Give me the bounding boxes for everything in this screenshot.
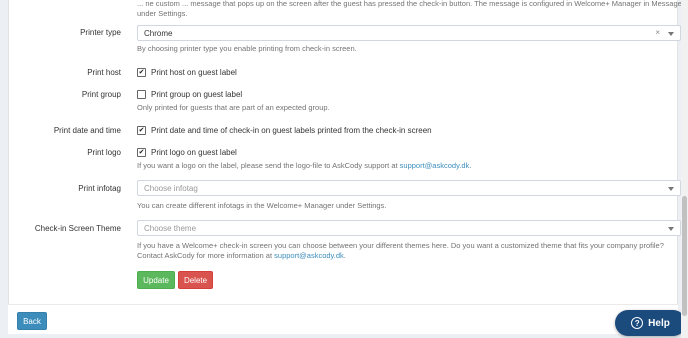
- print-date-time-checkbox-label: Print date and time of check-in on guest…: [151, 126, 432, 135]
- print-group-checkbox-label: Print group on guest label: [151, 90, 243, 99]
- printer-type-label: Printer type: [80, 28, 121, 37]
- print-host-checkbox[interactable]: ✔: [137, 68, 146, 77]
- scrollbar-thumb[interactable]: [682, 196, 687, 316]
- back-button[interactable]: Back: [17, 312, 47, 330]
- print-logo-checkbox-label: Print logo on guest label: [151, 148, 237, 157]
- print-host-checkbox-label: Print host on guest label: [151, 68, 237, 77]
- support-email-link[interactable]: support@askcody.dk: [400, 161, 470, 170]
- form-footer: Back: [8, 304, 678, 334]
- print-group-label: Print group: [81, 90, 121, 99]
- theme-help: If you have a Welcome+ check-in screen y…: [137, 241, 677, 261]
- print-infotag-placeholder: Choose infotag: [144, 184, 198, 193]
- theme-label: Check-in Screen Theme: [34, 224, 121, 233]
- theme-support-email-link[interactable]: support@askcody.dk: [274, 251, 344, 260]
- theme-placeholder: Choose theme: [144, 224, 197, 233]
- print-host-label: Print host: [87, 68, 121, 77]
- theme-help-line2: Contact AskCody for more information at …: [137, 251, 346, 260]
- print-infotag-help: You can create different infotags in the…: [137, 201, 387, 210]
- print-logo-checkbox[interactable]: ✔: [137, 148, 146, 157]
- print-group-help: Only printed for guests that are part of…: [137, 103, 330, 112]
- printer-type-help: By choosing printer type you enable prin…: [137, 44, 357, 53]
- print-date-time-checkbox[interactable]: ✔: [137, 126, 146, 135]
- print-date-time-label: Print date and time: [53, 126, 121, 135]
- clear-icon[interactable]: ×: [655, 28, 660, 37]
- update-button[interactable]: Update: [137, 271, 175, 289]
- help-widget-label: Help: [648, 317, 670, 329]
- chevron-down-icon[interactable]: [668, 227, 674, 231]
- theme-help-line1: If you have a Welcome+ check-in screen y…: [137, 241, 664, 250]
- settings-panel: ... ne custom ... message that pops up o…: [8, 0, 686, 334]
- printer-type-value: Chrome: [144, 29, 173, 38]
- print-logo-help: If you want a logo on the label, please …: [137, 161, 472, 170]
- intro-text: ... ne custom ... message that pops up o…: [137, 0, 686, 18]
- chevron-down-icon[interactable]: [668, 32, 674, 36]
- print-infotag-label: Print infotag: [78, 184, 121, 193]
- print-infotag-select[interactable]: Choose infotag: [137, 180, 681, 196]
- page-scrollbar[interactable]: [681, 0, 688, 338]
- delete-button[interactable]: Delete: [178, 271, 213, 289]
- print-host-option[interactable]: ✔ Print host on guest label: [137, 68, 237, 77]
- print-logo-option[interactable]: ✔ Print logo on guest label: [137, 148, 237, 157]
- print-logo-label: Print logo: [87, 148, 121, 157]
- print-group-checkbox[interactable]: [137, 90, 146, 99]
- question-circle-icon: ?: [631, 317, 644, 329]
- chevron-down-icon[interactable]: [668, 187, 674, 191]
- theme-select[interactable]: Choose theme: [137, 220, 681, 236]
- print-date-time-option[interactable]: ✔ Print date and time of check-in on gue…: [137, 126, 432, 135]
- printer-type-select[interactable]: Chrome ×: [137, 25, 681, 41]
- help-widget-button[interactable]: ? Help: [615, 310, 686, 336]
- print-group-option[interactable]: Print group on guest label: [137, 90, 242, 99]
